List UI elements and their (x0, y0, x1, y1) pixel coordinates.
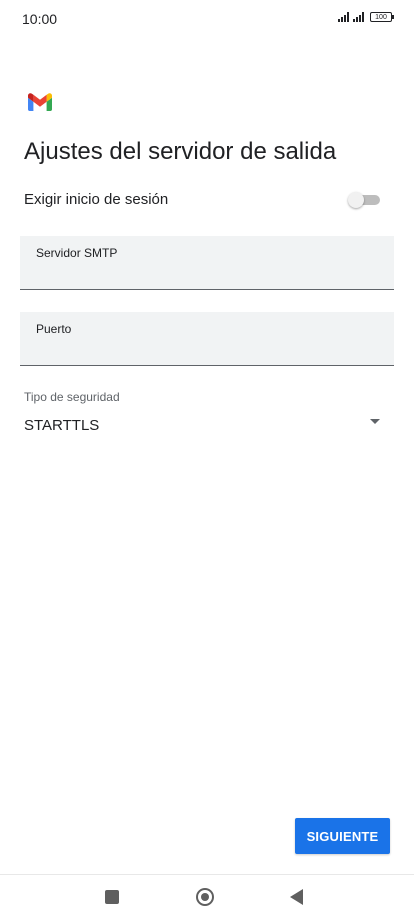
battery-icon: 100 (370, 12, 394, 22)
login-required-label: Exigir inicio de sesión (24, 191, 169, 208)
security-type-select[interactable]: STARTTLS (20, 410, 390, 440)
signal-icon (338, 12, 349, 22)
gmail-logo (28, 93, 52, 111)
signal-icon (353, 12, 364, 22)
navigation-bar (0, 874, 414, 920)
security-type-label: Tipo de seguridad (24, 390, 120, 404)
status-icons: 100 (338, 12, 394, 22)
toggle-thumb (348, 192, 364, 208)
back-icon[interactable] (290, 889, 303, 905)
recents-icon[interactable] (105, 890, 119, 904)
security-type-value: STARTTLS (24, 417, 100, 434)
login-required-toggle[interactable] (348, 192, 380, 208)
port-label: Puerto (36, 322, 72, 336)
port-field[interactable]: Puerto (20, 312, 394, 366)
next-button[interactable]: SIGUIENTE (295, 818, 390, 854)
smtp-server-label: Servidor SMTP (36, 246, 118, 260)
home-icon[interactable] (196, 888, 214, 906)
dropdown-arrow-icon (370, 419, 380, 424)
screen: 10:00 100 Ajustes del servidor de salida (0, 0, 414, 920)
page-title: Ajustes del servidor de salida (24, 138, 337, 165)
status-time: 10:00 (22, 11, 58, 27)
smtp-server-field[interactable]: Servidor SMTP (20, 236, 394, 290)
login-required-row[interactable]: Exigir inicio de sesión (24, 190, 380, 212)
status-bar: 10:00 100 (0, 0, 414, 40)
